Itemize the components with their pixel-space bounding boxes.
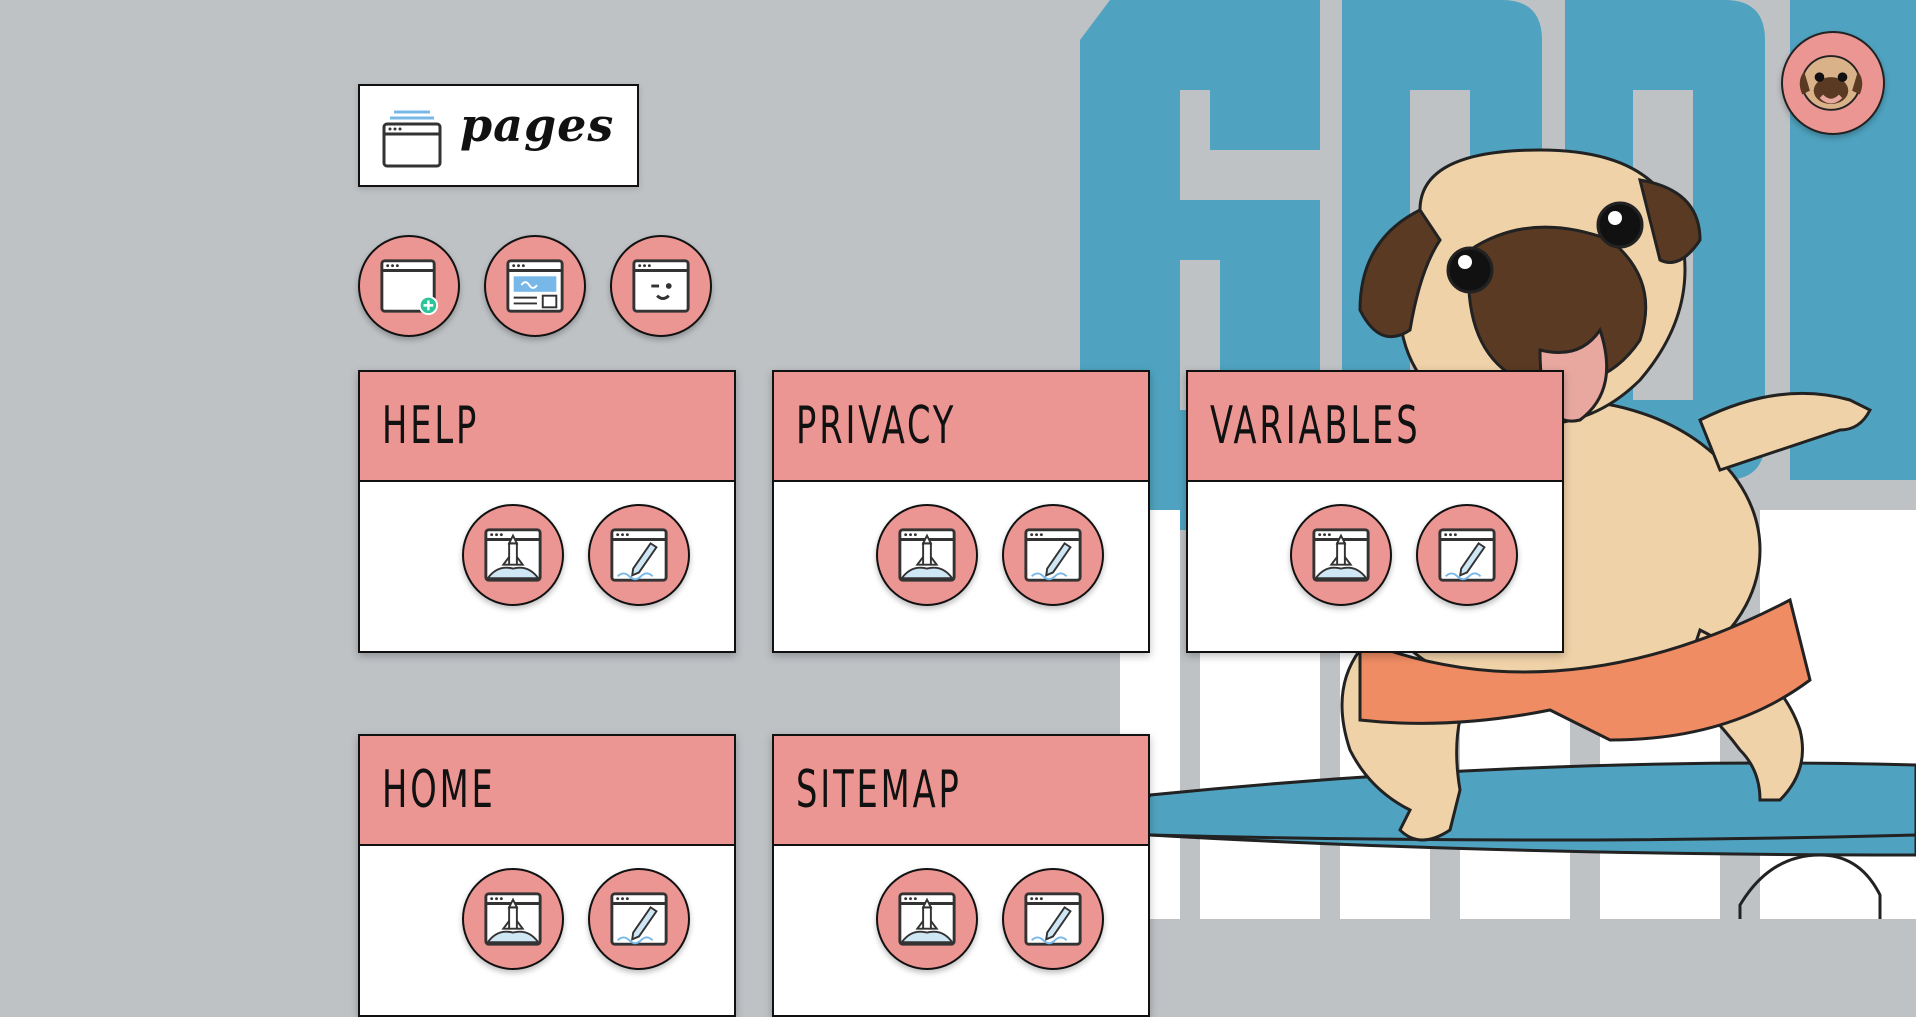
edit-button[interactable]	[588, 504, 690, 606]
browser-wink-icon	[632, 259, 690, 313]
pages-header: pages	[358, 84, 639, 187]
page-card-privacy: PRIVACY	[772, 370, 1150, 653]
card-header[interactable]: VARIABLES	[1188, 372, 1562, 482]
rocket-launch-icon	[484, 892, 542, 946]
card-header[interactable]: PRIVACY	[774, 372, 1148, 482]
edit-button[interactable]	[1002, 868, 1104, 970]
pen-edit-icon	[1438, 528, 1496, 582]
browser-add-icon	[380, 259, 439, 316]
pen-edit-icon	[610, 892, 668, 946]
page-card-home: HOME	[358, 734, 736, 1017]
deploy-button[interactable]	[462, 868, 564, 970]
card-title: SITEMAP	[796, 760, 962, 820]
pen-edit-icon	[1024, 528, 1082, 582]
rocket-launch-icon	[484, 528, 542, 582]
browser-layout-icon	[506, 259, 564, 313]
page-card-sitemap: SITEMAP	[772, 734, 1150, 1017]
rocket-launch-icon	[1312, 528, 1370, 582]
rocket-launch-icon	[898, 892, 956, 946]
card-header[interactable]: SITEMAP	[774, 736, 1148, 846]
pen-edit-icon	[610, 528, 668, 582]
deploy-button[interactable]	[876, 868, 978, 970]
card-title: HELP	[382, 396, 480, 456]
rocket-launch-icon	[898, 528, 956, 582]
deploy-button[interactable]	[1290, 504, 1392, 606]
page-card-variables: VARIABLES	[1186, 370, 1564, 653]
card-title: PRIVACY	[796, 396, 957, 456]
edit-button[interactable]	[1002, 504, 1104, 606]
card-header[interactable]: HELP	[360, 372, 734, 482]
pug-avatar-icon	[1799, 55, 1863, 111]
user-avatar[interactable]	[1781, 31, 1885, 135]
card-title: HOME	[382, 760, 496, 820]
page-title: pages	[460, 98, 615, 152]
add-page-button[interactable]	[358, 235, 460, 337]
edit-button[interactable]	[1416, 504, 1518, 606]
page-wink-button[interactable]	[610, 235, 712, 337]
page-card-help: HELP	[358, 370, 736, 653]
browser-window-icon	[382, 110, 442, 168]
page-layout-button[interactable]	[484, 235, 586, 337]
pen-edit-icon	[1024, 892, 1082, 946]
deploy-button[interactable]	[462, 504, 564, 606]
deploy-button[interactable]	[876, 504, 978, 606]
edit-button[interactable]	[588, 868, 690, 970]
card-header[interactable]: HOME	[360, 736, 734, 846]
card-title: VARIABLES	[1210, 396, 1421, 456]
